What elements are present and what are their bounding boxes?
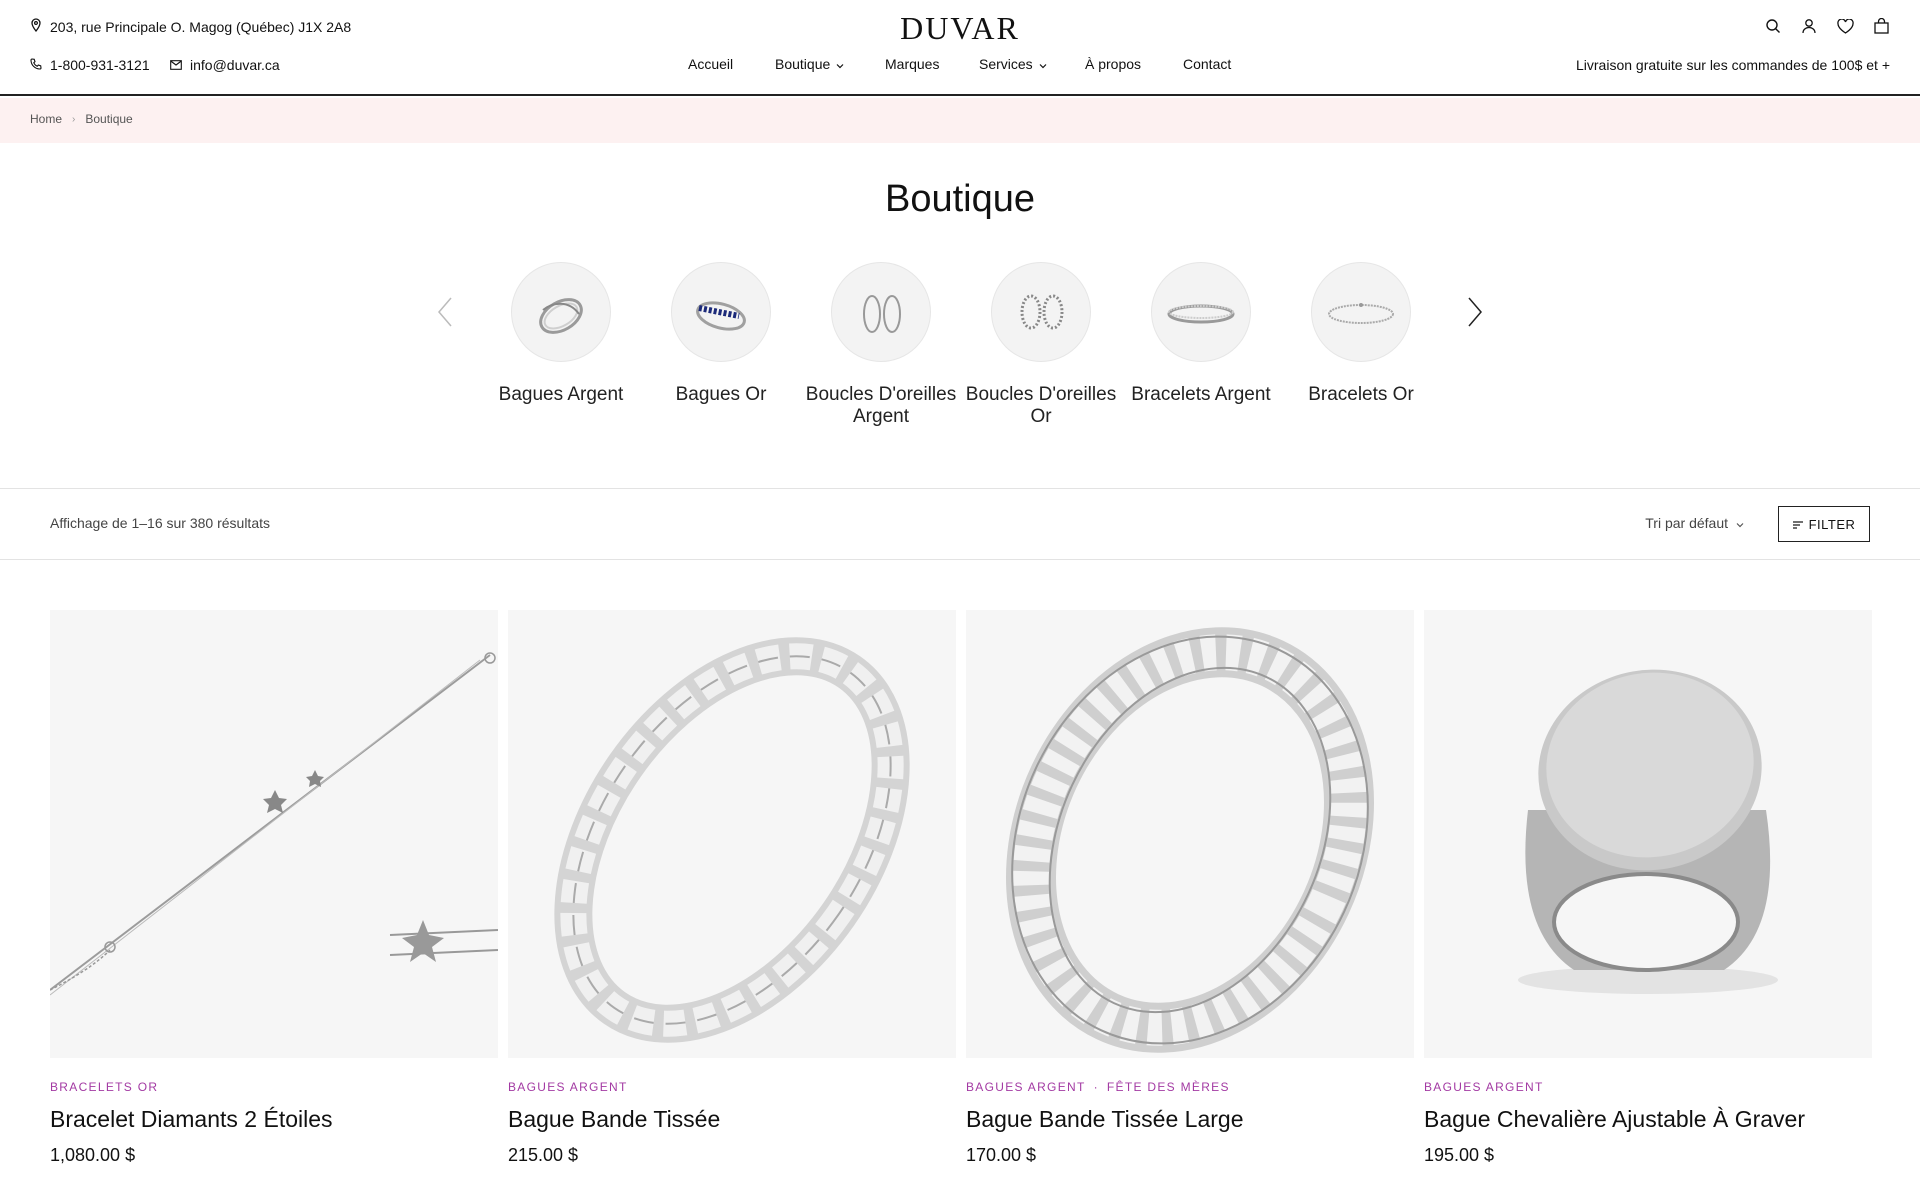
product-card[interactable]: Bagues Argent Bague Bande Tissée 215.00 … [508,610,956,1166]
tennis-bracelet-icon [1311,262,1411,362]
chevron-right-icon: › [72,113,76,125]
category-boucles-oreilles-or[interactable]: Boucles D'oreilles Or [961,262,1121,428]
nav-item-boutique[interactable]: Boutique [775,56,844,72]
filter-icon [1792,517,1803,532]
site-header: 203, rue Principale O. Magog (Québec) J1… [0,0,1920,96]
product-category: Bagues Argent [508,1080,956,1094]
filter-label: FILTER [1808,516,1856,532]
hoop-earrings-icon [831,262,931,362]
chevron-right-icon [1468,297,1482,327]
site-logo[interactable]: DUVAR [0,10,1920,47]
chevron-down-icon [1736,515,1744,531]
product-category-link[interactable]: Bracelets Or [50,1080,158,1094]
header-actions [1764,17,1890,35]
category-label: Bagues Or [675,384,767,405]
product-price: 170.00 $ [966,1145,1037,1165]
category-label: Bracelets Or [1308,384,1414,405]
category-label: Boucles D'oreilles Argent [805,384,957,427]
product-price: 1,080.00 $ [50,1145,136,1165]
braided-ring-image [554,637,910,1043]
product-name[interactable]: Bague Bande Tissée [508,1106,956,1133]
filter-button[interactable]: FILTER [1778,506,1870,542]
nav-item-accueil[interactable]: Accueil [688,56,733,72]
nav-item-services[interactable]: Services [979,56,1047,72]
carousel-prev-button[interactable] [430,292,460,332]
sort-label: Tri par défaut [1645,515,1728,531]
silver-ring-icon [511,262,611,362]
category-label: Boucles D'oreilles Or [965,384,1117,427]
category-carousel: Bagues Argent Bagues Or Boucles D'oreill… [0,262,1920,452]
product-name[interactable]: Bague Chevalière Ajustable À Graver [1424,1106,1872,1133]
product-card[interactable]: Bracelets Or Bracelet Diamants 2 Étoiles… [50,610,498,1166]
category-bagues-argent[interactable]: Bagues Argent [481,262,641,406]
sort-select[interactable]: Tri par défaut [1645,515,1744,531]
product-image[interactable] [966,610,1414,1058]
category-separator: · [1093,1080,1099,1094]
category-label: Bracelets Argent [1131,384,1271,405]
product-card[interactable]: Bagues Argent · Fête des Mères Bague Bande… [966,610,1414,1166]
product-name[interactable]: Bracelet Diamants 2 Étoiles [50,1106,498,1133]
nav-label: Marques [885,56,940,72]
product-image[interactable] [1424,610,1872,1058]
result-count: Affichage de 1–16 sur 380 résultats [50,515,271,531]
breadcrumb-home-link[interactable]: Home [30,112,62,126]
nav-label: Boutique [775,56,831,72]
sapphire-ring-icon [671,262,771,362]
chevron-down-icon [836,56,844,72]
nav-item-contact[interactable]: Contact [1183,56,1231,72]
category-label: Bagues Argent [498,384,624,405]
product-category: Bagues Argent · Fête des Mères [966,1080,1414,1094]
product-image[interactable] [50,610,498,1058]
bangle-icon [1151,262,1251,362]
product-price: 215.00 $ [508,1145,579,1165]
shop-toolbar: Affichage de 1–16 sur 380 résultats Tri … [0,488,1920,560]
product-category: Bagues Argent [1424,1080,1872,1094]
account-icon[interactable] [1800,17,1818,35]
carousel-next-button[interactable] [1460,292,1490,332]
nav-label: À propos [1085,56,1142,72]
product-category-link[interactable]: Bagues Argent [966,1080,1086,1094]
category-bracelets-argent[interactable]: Bracelets Argent [1121,262,1281,406]
nav-label: Contact [1183,56,1232,72]
star-bracelet-image [50,652,498,996]
heart-icon[interactable] [1836,17,1854,35]
product-image[interactable] [508,610,956,1058]
product-card[interactable]: Bagues Argent Bague Chevalière Ajustable… [1424,610,1872,1166]
nav-label: Services [979,56,1033,72]
page-title: Boutique [884,178,1035,220]
product-price: 195.00 $ [1424,1145,1495,1165]
product-category-link[interactable]: Bagues Argent [1424,1080,1544,1094]
chevron-left-icon [438,297,452,327]
nav-item-a-propos[interactable]: À propos [1085,56,1141,72]
category-boucles-oreilles-argent[interactable]: Boucles D'oreilles Argent [801,262,961,428]
product-name[interactable]: Bague Bande Tissée Large [966,1106,1414,1133]
free-shipping-promo: Livraison gratuite sur les commandes de … [1575,57,1890,73]
search-icon[interactable] [1764,17,1782,35]
chevron-down-icon [1039,56,1047,72]
product-category-link[interactable]: Bagues Argent [508,1080,628,1094]
breadcrumb: Home › Boutique [30,112,133,126]
signet-ring-image [1518,669,1778,994]
breadcrumb-current: Boutique [85,112,133,126]
category-bagues-or[interactable]: Bagues Or [641,262,801,406]
nav-label: Accueil [688,56,734,72]
logo-text: DUVAR [900,10,1020,46]
diamond-hoop-earrings-icon [991,262,1091,362]
wide-braided-ring-image [1006,627,1374,1053]
breadcrumb-bar: Home › Boutique [0,98,1920,143]
category-bracelets-or[interactable]: Bracelets Or [1281,262,1441,406]
product-category: Bracelets Or [50,1080,498,1094]
bag-icon[interactable] [1872,17,1890,35]
product-category-link[interactable]: Fête des Mères [1107,1080,1230,1094]
nav-item-marques[interactable]: Marques [885,56,939,72]
